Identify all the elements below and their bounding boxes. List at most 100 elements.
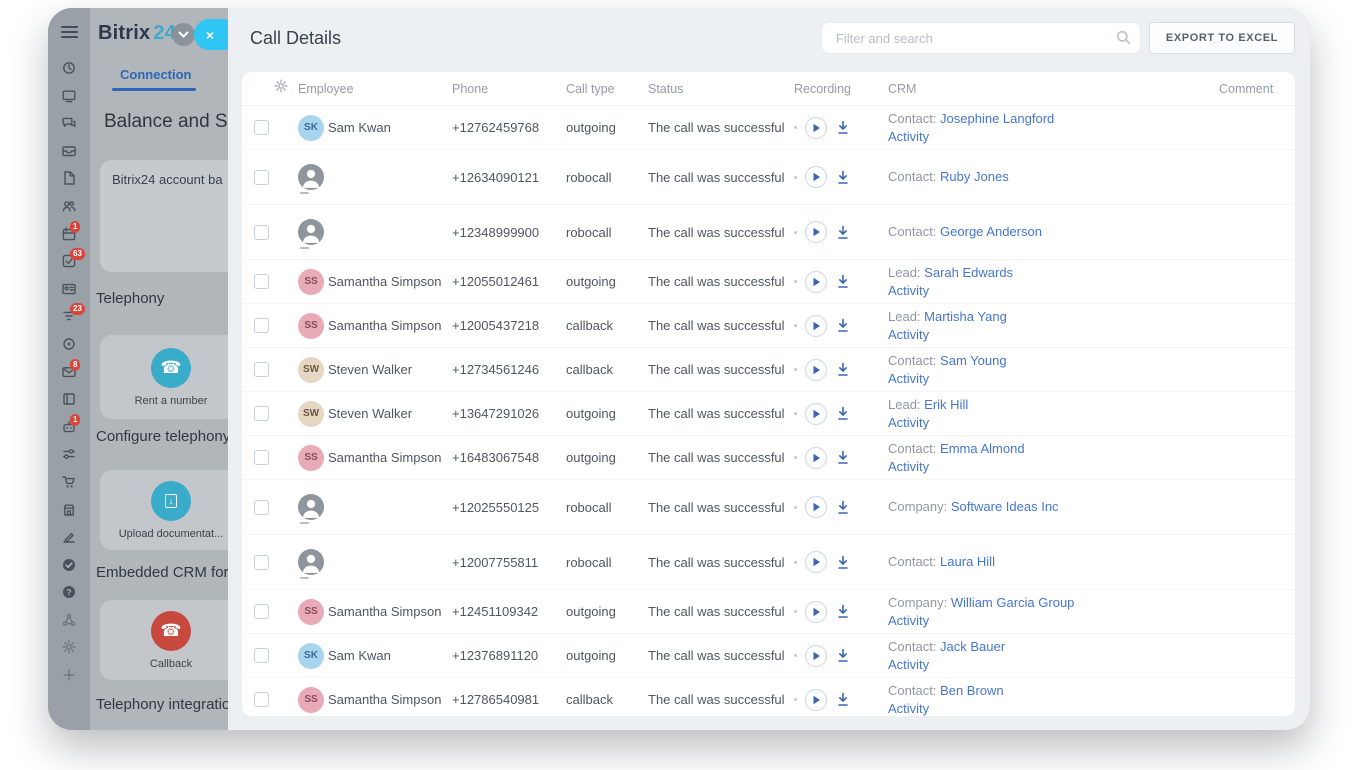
activity-link[interactable]: Activity [888,327,929,342]
download-recording-button[interactable] [835,362,851,378]
play-recording-button[interactable] [805,358,827,381]
row-checkbox[interactable] [254,648,269,663]
document-icon[interactable] [61,170,77,186]
play-recording-button[interactable] [805,496,827,518]
row-checkbox[interactable] [254,120,269,135]
crm-entity-link[interactable]: Software Ideas Inc [951,499,1059,514]
sales-icon[interactable] [61,474,77,490]
network-icon[interactable] [61,612,77,628]
rent-a-number-tile[interactable]: ☎ Rent a number [100,335,242,419]
download-recording-button[interactable] [835,499,851,515]
play-recording-button[interactable] [805,221,827,243]
crm-entity-link[interactable]: Ben Brown [940,683,1004,698]
row-checkbox[interactable] [254,224,269,240]
download-recording-button[interactable] [835,224,851,240]
play-recording-button[interactable] [805,314,827,337]
sign-icon[interactable] [61,529,77,545]
crm-entity-link[interactable]: Martisha Yang [924,309,1007,324]
telephony-integration-link[interactable]: Telephony integration [96,696,239,713]
column-header-employee[interactable]: Employee [298,82,452,96]
column-header-phone[interactable]: Phone [452,82,566,96]
column-header-status[interactable]: Status [648,82,794,96]
row-checkbox[interactable] [254,692,269,707]
activity-link[interactable]: Activity [888,129,929,144]
activity-link[interactable]: Activity [888,701,929,716]
download-recording-button[interactable] [835,648,851,664]
embedded-crm-form-link[interactable]: Embedded CRM form [96,564,241,581]
download-recording-button[interactable] [835,120,851,136]
row-checkbox[interactable] [254,554,269,570]
chevron-down-icon[interactable] [172,23,195,46]
crm-icon[interactable]: 23 [61,303,85,324]
row-checkbox[interactable] [254,499,269,515]
activity-link[interactable]: Activity [888,371,929,386]
help-icon[interactable]: ? [61,584,77,600]
marketing-icon[interactable] [61,336,77,352]
live-feed-icon[interactable] [61,60,77,76]
activity-link[interactable]: Activity [888,459,929,474]
download-recording-button[interactable] [835,169,851,185]
employees-icon[interactable] [61,198,77,214]
activity-link[interactable]: Activity [888,657,929,672]
drive-icon[interactable] [61,391,77,407]
download-recording-button[interactable] [835,692,851,708]
crm-entity-link[interactable]: Emma Almond [940,441,1025,456]
calendar-icon[interactable]: 1 [61,220,81,242]
row-checkbox[interactable] [254,274,269,289]
crm-entity-link[interactable]: Sarah Edwards [924,265,1013,280]
contacts-icon[interactable] [61,281,77,297]
play-recording-button[interactable] [805,270,827,293]
tab-connection[interactable]: Connection [120,67,192,82]
activity-link[interactable]: Activity [888,613,929,628]
row-checkbox[interactable] [254,169,269,185]
automation-icon[interactable] [61,446,77,462]
play-recording-button[interactable] [805,551,827,573]
crm-entity-link[interactable]: Laura Hill [940,554,995,569]
crm-entity-link[interactable]: Sam Young [940,353,1007,368]
download-recording-button[interactable] [835,604,851,620]
crm-entity-link[interactable]: Josephine Langford [940,111,1054,126]
play-recording-button[interactable] [805,644,827,667]
play-recording-button[interactable] [805,402,827,425]
configure-telephony-link[interactable]: Configure telephony [96,428,230,445]
download-recording-button[interactable] [835,450,851,466]
menu-hamburger-icon[interactable] [61,26,78,38]
row-checkbox[interactable] [254,406,269,421]
row-checkbox[interactable] [254,450,269,465]
upload-documentation-tile[interactable]: ↓ Upload documentat... [100,470,242,550]
row-checkbox[interactable] [254,604,269,619]
crm-entity-link[interactable]: Erik Hill [924,397,968,412]
crm-entity-link[interactable]: William Garcia Group [951,595,1075,610]
inbox-icon[interactable] [61,143,77,159]
table-settings-gear-icon[interactable] [274,79,298,98]
crm-entity-link[interactable]: Ruby Jones [940,169,1009,184]
play-recording-button[interactable] [805,166,827,188]
column-header-comment[interactable]: Comment [1219,82,1295,96]
column-header-call-type[interactable]: Call type [566,82,648,96]
callback-tile[interactable]: ☎ Callback [100,600,242,680]
download-recording-button[interactable] [835,554,851,570]
checkmark-circle-icon[interactable] [61,557,77,573]
settings-icon[interactable] [61,639,77,655]
column-header-crm[interactable]: CRM [888,82,1219,96]
play-recording-button[interactable] [805,116,827,139]
export-to-excel-button[interactable]: EXPORT TO EXCEL [1148,22,1295,54]
play-recording-button[interactable] [805,688,827,711]
activity-link[interactable]: Activity [888,415,929,430]
column-header-recording[interactable]: Recording [794,82,888,96]
ai-assistant-icon[interactable]: 1 [61,413,81,435]
tasks-icon[interactable]: 63 [61,248,85,269]
workspace-icon[interactable] [61,88,77,104]
search-input[interactable] [820,22,1141,54]
store-icon[interactable] [61,502,77,518]
download-recording-button[interactable] [835,274,851,290]
row-checkbox[interactable] [254,318,269,333]
download-recording-button[interactable] [835,406,851,422]
crm-entity-link[interactable]: Jack Bauer [940,639,1005,654]
crm-entity-link[interactable]: George Anderson [940,224,1042,239]
row-checkbox[interactable] [254,362,269,377]
mail-icon[interactable]: 8 [61,358,81,380]
play-recording-button[interactable] [805,446,827,469]
activity-link[interactable]: Activity [888,283,929,298]
play-recording-button[interactable] [805,600,827,623]
